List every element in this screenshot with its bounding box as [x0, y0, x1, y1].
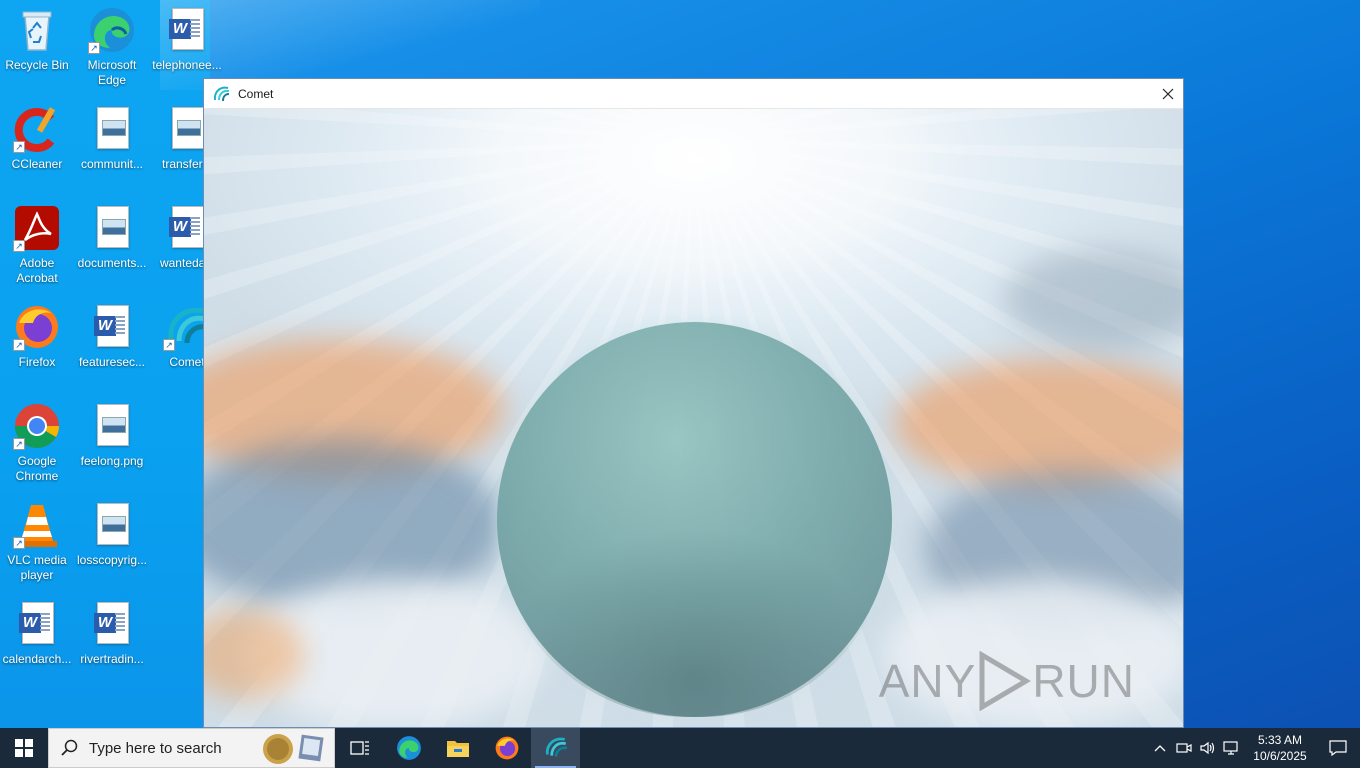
image-file-icon: [88, 501, 136, 549]
desktop-icon-image-file[interactable]: documents...: [75, 204, 149, 271]
camera-icon: [1176, 743, 1192, 753]
window-titlebar[interactable]: Comet: [204, 79, 1183, 109]
desktop-icon-label: Microsoft Edge: [87, 58, 137, 87]
word-document-icon: W: [163, 6, 211, 54]
play-logo-icon: [979, 651, 1032, 711]
desktop-icon-google-chrome[interactable]: ↗ Google Chrome: [0, 402, 74, 484]
taskbar-clock[interactable]: 5:33 AM 10/6/2025: [1244, 732, 1316, 764]
notification-icon: [1329, 740, 1347, 756]
desktop-icon-image-file[interactable]: feelong.png: [75, 402, 149, 469]
desktop-icon-label: Recycle Bin: [5, 58, 69, 72]
action-center-button[interactable]: [1316, 728, 1360, 768]
watermark-text-left: ANY: [878, 655, 977, 707]
volume-button[interactable]: [1196, 728, 1220, 768]
desktop-icon-label: Google Chrome: [15, 454, 59, 483]
taskbar-search-box[interactable]: Type here to search: [48, 728, 335, 768]
speaker-icon: [1200, 741, 1215, 755]
desktop-icon-adobe-acrobat[interactable]: ↗ Adobe Acrobat: [0, 204, 74, 286]
word-document-icon: W: [88, 600, 136, 648]
edge-icon: ↗: [88, 6, 136, 54]
image-file-icon: [88, 105, 136, 153]
shortcut-arrow-icon: ↗: [13, 438, 25, 450]
network-button[interactable]: [1220, 728, 1244, 768]
system-tray: 5:33 AM 10/6/2025: [1148, 728, 1360, 768]
desktop-icon-vlc[interactable]: ↗ VLC media player: [0, 501, 74, 583]
search-highlight-icon[interactable]: [260, 732, 326, 766]
desktop-icon-word-doc[interactable]: W rivertradin...: [75, 600, 149, 667]
chrome-icon: ↗: [13, 402, 61, 450]
comet-orb: [497, 322, 892, 717]
desktop-icon-label: Adobe Acrobat: [16, 256, 58, 285]
taskbar-file-explorer[interactable]: [433, 728, 482, 768]
desktop-icon-label: CCleaner: [11, 157, 63, 171]
file-explorer-icon: [446, 741, 469, 757]
clock-date: 10/6/2025: [1253, 749, 1307, 763]
splash-content: ANY RUN: [204, 109, 1183, 727]
firefox-icon: [495, 736, 518, 760]
shortcut-arrow-icon: ↗: [163, 339, 175, 351]
image-file-icon: [88, 204, 136, 252]
windows-logo-icon: [15, 739, 33, 757]
desktop-icon-firefox[interactable]: ↗ Firefox: [0, 303, 74, 370]
taskbar-comet[interactable]: [531, 728, 580, 768]
vlc-cone-icon: ↗: [13, 501, 61, 549]
word-document-icon: W: [88, 303, 136, 351]
desktop-icon-label: losscopyrig...: [76, 553, 148, 567]
desktop-icon-label: Firefox: [18, 355, 56, 369]
desktop-icon-label: calendarch...: [2, 652, 72, 666]
taskbar-edge[interactable]: [384, 728, 433, 768]
shortcut-arrow-icon: ↗: [13, 240, 25, 252]
chevron-up-icon: [1154, 745, 1166, 752]
word-document-icon: W: [13, 600, 61, 648]
task-view-icon: [349, 741, 369, 755]
taskbar-firefox[interactable]: [482, 728, 531, 768]
desktop-icon-label: documents...: [77, 256, 147, 270]
watermark-text-right: RUN: [1032, 655, 1135, 707]
desktop-icon-microsoft-edge[interactable]: ↗ Microsoft Edge: [75, 6, 149, 88]
desktop-icon-word-doc[interactable]: W calendarch...: [0, 600, 74, 667]
shortcut-arrow-icon: ↗: [13, 339, 25, 351]
comet-logo-icon: [213, 86, 230, 101]
start-button[interactable]: [0, 728, 48, 768]
desktop-icon-label: telephonee...: [152, 58, 222, 72]
shortcut-arrow-icon: ↗: [13, 141, 25, 153]
comet-icon: [545, 737, 567, 757]
comet-window[interactable]: Comet ANY RUN: [203, 78, 1184, 728]
desktop-icon-label: VLC media player: [7, 553, 67, 582]
desktop-icon-label: feelong.png: [80, 454, 144, 468]
task-view-button[interactable]: [335, 728, 384, 768]
recycle-bin-icon: [13, 6, 61, 54]
show-hidden-icons-button[interactable]: [1148, 728, 1172, 768]
desktop-icon-image-file[interactable]: losscopyrig...: [75, 501, 149, 568]
desktop-icon-ccleaner[interactable]: ↗ CCleaner: [0, 105, 74, 172]
desktop-icon-label: featuresec...: [78, 355, 146, 369]
edge-icon: [396, 736, 421, 760]
firefox-icon: ↗: [13, 303, 61, 351]
ccleaner-icon: ↗: [13, 105, 61, 153]
close-button[interactable]: [1153, 79, 1183, 109]
anyrun-watermark: ANY RUN: [879, 651, 1135, 711]
desktop-icon-label: rivertradin...: [80, 652, 144, 666]
network-icon: [1223, 741, 1238, 755]
taskbar: Type here to search 5:33 AM 10/6/2025: [0, 728, 1360, 768]
image-file-icon: [88, 402, 136, 450]
window-title: Comet: [238, 86, 274, 101]
clock-time: 5:33 AM: [1257, 733, 1303, 747]
desktop-icon-recycle-bin[interactable]: Recycle Bin: [0, 6, 74, 73]
desktop-icon-word-doc[interactable]: W telephonee...: [150, 6, 224, 73]
shortcut-arrow-icon: ↗: [13, 537, 25, 549]
shortcut-arrow-icon: ↗: [88, 42, 100, 54]
desktop-icon-label: communit...: [80, 157, 143, 171]
meet-now-button[interactable]: [1172, 728, 1196, 768]
search-placeholder: Type here to search: [89, 739, 222, 757]
search-icon: [61, 739, 78, 756]
adobe-acrobat-icon: ↗: [13, 204, 61, 252]
close-icon: [1162, 88, 1174, 100]
desktop-icon-word-doc[interactable]: W featuresec...: [75, 303, 149, 370]
desktop-icon-image-file[interactable]: communit...: [75, 105, 149, 172]
